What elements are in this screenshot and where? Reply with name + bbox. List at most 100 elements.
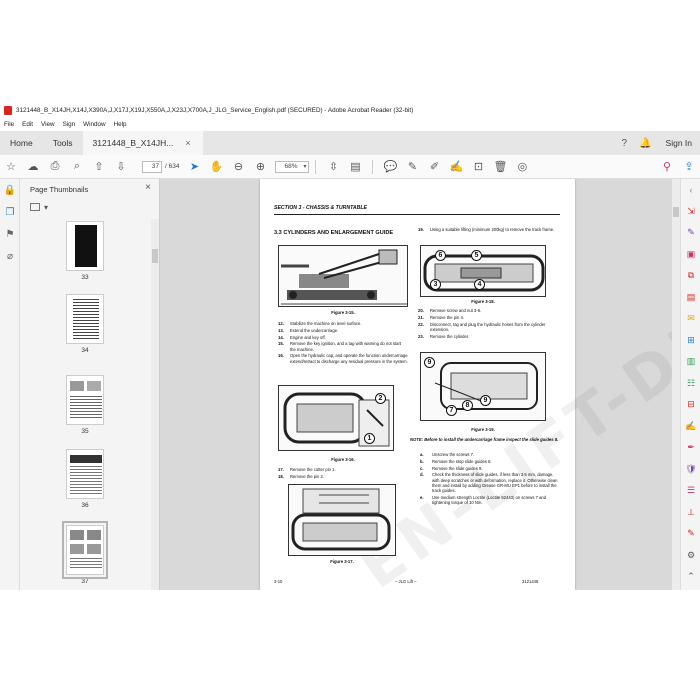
zoom-out-icon[interactable]: ⊖: [227, 157, 249, 177]
help-icon[interactable]: ?: [616, 131, 634, 155]
step-e: e. Use medium strength Loctite (Loctite 5…: [420, 494, 547, 505]
figure-3-18-caption: Figure 3-18.: [471, 299, 495, 304]
step-21: 21. Remove the pin 4.: [418, 314, 464, 320]
bookmark-star-icon[interactable]: ☆: [0, 157, 22, 177]
thumbnail-options-menu[interactable]: ▾: [20, 199, 159, 215]
pdf-file-icon[interactable]: ▤: [681, 287, 700, 309]
delete-icon[interactable]: 🗑: [489, 157, 511, 177]
thumbnail-options-icon: [30, 203, 40, 211]
compress-icon[interactable]: ▥: [681, 351, 700, 373]
menu-sign[interactable]: Sign: [63, 121, 76, 128]
fill-sign-icon[interactable]: ✍: [681, 416, 700, 438]
figure-3-16-caption: Figure 3-16.: [331, 457, 355, 462]
tab-home[interactable]: Home: [0, 131, 43, 155]
thumbnail-label: 34: [81, 347, 89, 354]
scroll-mode-icon[interactable]: ▤: [344, 157, 366, 177]
select-cursor-icon[interactable]: ➤: [183, 157, 205, 177]
thumbnail-image: [62, 521, 108, 579]
right-tools-pane: ‹ ⇲ ✎ ▣ ⧉ ▤ ✉ ⊞ ▥ ☷ ⊟ ✍ ✒ 🛡 ☰ ⟂ ✎ ⚙ ⌃: [680, 179, 700, 590]
tools-settings-icon[interactable]: ⚙: [681, 545, 700, 567]
thumbnail-page-35[interactable]: 35: [20, 375, 150, 435]
highlight-pen-icon[interactable]: ✎: [401, 157, 423, 177]
thumbnails-scrollbar-thumb[interactable]: [152, 249, 158, 263]
steps-12-16: 12. Stabilize the machine on level surfac…: [278, 321, 408, 365]
next-page-icon[interactable]: ⇩: [110, 157, 132, 177]
header-divider: [274, 214, 560, 215]
tab-document[interactable]: 3121448_B_X14JH... ×: [82, 131, 203, 155]
document-scrollbar-thumb[interactable]: [673, 207, 679, 217]
thumbnail-page-34[interactable]: 34: [20, 294, 150, 354]
request-signature-icon[interactable]: ✒: [681, 437, 700, 459]
step-13: 13. Extend the undercarriage.: [278, 327, 339, 333]
window-title: 3121448_B_X14JH,X14J,X390A,J,X17J,X19J,X…: [16, 106, 414, 114]
thumbnail-label: 33: [81, 274, 89, 281]
sign-icon[interactable]: ✍: [445, 157, 467, 177]
callout-5: 5: [471, 250, 482, 261]
comment-icon[interactable]: 💬: [379, 157, 401, 177]
attachments-icon[interactable]: ⌀: [0, 245, 20, 267]
document-scrollbar[interactable]: [672, 179, 680, 590]
previous-page-icon[interactable]: ⇧: [88, 157, 110, 177]
organize-pages-icon[interactable]: ☷: [681, 373, 700, 395]
create-pdf-icon[interactable]: ▣: [681, 244, 700, 266]
fit-page-icon[interactable]: ⇳: [322, 157, 344, 177]
edit-pdf-icon[interactable]: ✎: [681, 222, 700, 244]
step-a: a. Unscrew the screws 7.: [420, 452, 475, 457]
lock-icon[interactable]: 🔒: [0, 179, 20, 201]
menu-edit[interactable]: Edit: [22, 121, 33, 128]
more-tools-icon[interactable]: ✎: [681, 523, 700, 545]
step-b: b. Remove the stop slide guides 8.: [420, 458, 492, 464]
collapse-pane-icon[interactable]: ‹: [681, 179, 700, 201]
menu-view[interactable]: View: [41, 121, 55, 128]
comment-tool-icon[interactable]: ✉: [681, 308, 700, 330]
customize-icon[interactable]: ⌃: [681, 566, 700, 588]
bookmarks-icon[interactable]: ⚑: [0, 223, 20, 245]
search-icon[interactable]: ⌕: [66, 157, 88, 177]
export-pdf-icon[interactable]: ⇲: [681, 201, 700, 223]
protect-icon[interactable]: 🛡: [681, 459, 700, 481]
menu-bar: File Edit View Sign Window Help: [0, 118, 700, 131]
redact-icon[interactable]: ⊟: [681, 394, 700, 416]
step-17: 17. Remove the cotter pin 1.: [278, 467, 336, 472]
zoom-in-icon[interactable]: ⊕: [249, 157, 271, 177]
menu-window[interactable]: Window: [83, 121, 105, 128]
page-number-input[interactable]: 37: [142, 160, 162, 173]
close-panel-icon[interactable]: ×: [145, 182, 151, 193]
combine-files-icon[interactable]: ⧉: [681, 265, 700, 287]
step-20: 20. Remove screw and nut 3-6.: [418, 308, 482, 313]
share-icon[interactable]: ⇪: [678, 157, 700, 177]
thumbnail-image: [66, 449, 104, 499]
upload-cloud-icon[interactable]: ☁: [22, 157, 44, 177]
share-link-icon[interactable]: ⚲: [656, 157, 678, 177]
menu-file[interactable]: File: [4, 121, 14, 128]
zoom-level-select[interactable]: 68%: [275, 160, 310, 173]
document-view[interactable]: EN-LIFT-DEPO.COM SECTION 3 - CHASSIS & T…: [160, 179, 672, 590]
tab-tools[interactable]: Tools: [43, 131, 83, 155]
page-thumbnails-icon[interactable]: ❐: [0, 201, 20, 223]
stamp-icon[interactable]: ⊡: [467, 157, 489, 177]
step-12: 12. Stabilize the machine on level surfac…: [278, 321, 362, 326]
figure-3-17-caption: Figure 3-17.: [330, 559, 354, 564]
callout-1: 1: [364, 433, 375, 444]
thumbnail-page-33[interactable]: 33: [20, 221, 150, 281]
thumbnail-page-36[interactable]: 36: [20, 449, 150, 509]
callout-7: 7: [446, 405, 457, 416]
pdf-page: EN-LIFT-DEPO.COM SECTION 3 - CHASSIS & T…: [260, 179, 672, 590]
scan-ocr-icon[interactable]: ⊞: [681, 330, 700, 352]
notifications-bell-icon[interactable]: 🔔: [633, 131, 657, 155]
measure-icon[interactable]: ⟂: [681, 502, 700, 524]
close-tab-icon[interactable]: ×: [185, 138, 190, 148]
print-icon[interactable]: ⎙: [44, 157, 66, 177]
draw-icon[interactable]: ✐: [423, 157, 445, 177]
hand-tool-icon[interactable]: ✋: [205, 157, 227, 177]
step-22: 22. Disconnect, tag and plug the hydrauli…: [418, 321, 546, 332]
step-18: 18. Remove the pin 2.: [278, 473, 324, 479]
menu-help[interactable]: Help: [114, 121, 127, 128]
thumbnail-page-37[interactable]: 37: [20, 521, 150, 585]
ocr-icon[interactable]: ◎: [511, 157, 533, 177]
sign-in-button[interactable]: Sign In: [658, 131, 700, 155]
prepare-form-icon[interactable]: ☰: [681, 480, 700, 502]
tab-document-label: 3121448_B_X14JH...: [92, 138, 174, 148]
thumbnails-scrollbar[interactable]: [151, 219, 159, 590]
left-navigation-rail: 🔒 ❐ ⚑ ⌀: [0, 179, 20, 590]
